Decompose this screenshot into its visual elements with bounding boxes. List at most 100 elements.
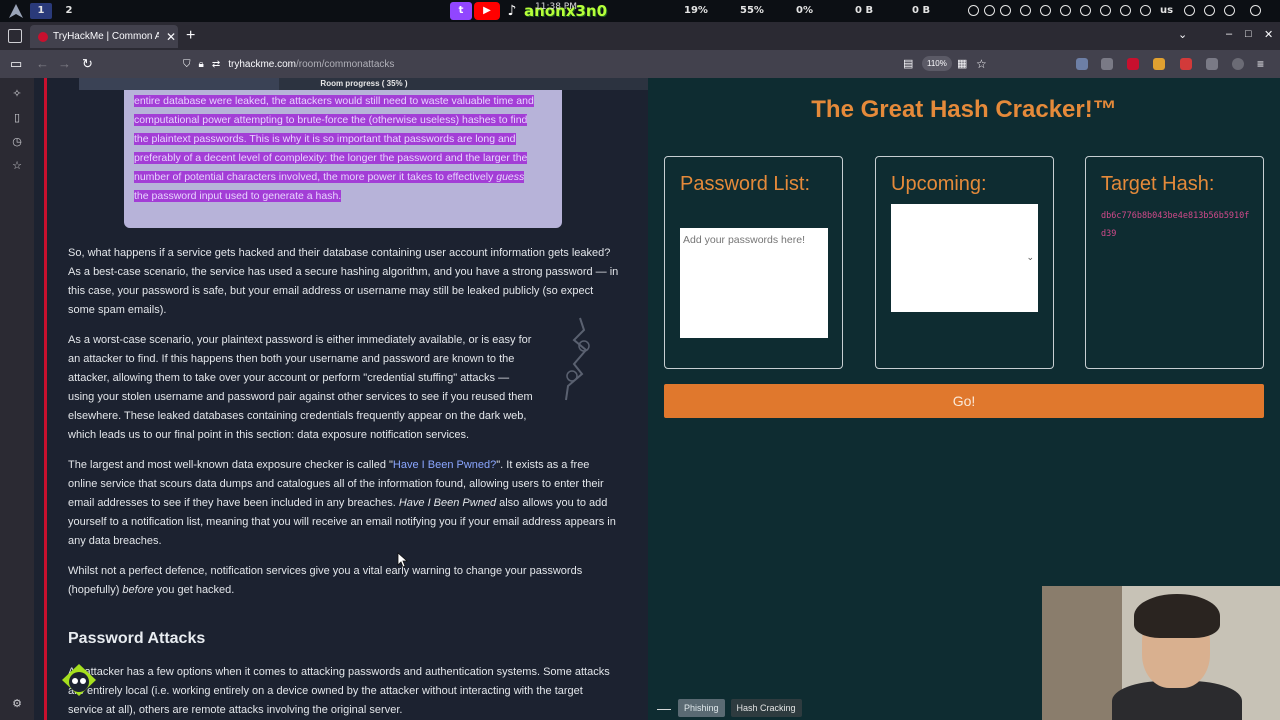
password-list-card: Password List:	[664, 156, 843, 369]
youtube-icon: ▶	[474, 2, 500, 20]
paragraph-worst-case: As a worst-case scenario, your plaintext…	[68, 334, 533, 441]
panel-tab-bar: — Phishing Hash Cracking	[656, 698, 802, 718]
paragraph-notification: Whilst not a perfect defence, notificati…	[68, 565, 583, 596]
tryhackme-mascot-icon	[62, 664, 96, 696]
task-accent-bar	[44, 78, 47, 720]
forward-arrow-icon[interactable]: →	[58, 56, 71, 72]
upcoming-list[interactable]: ⌄	[891, 204, 1038, 312]
maximize-window-icon[interactable]: □	[1245, 28, 1252, 40]
download-icon[interactable]	[1184, 5, 1195, 16]
reload-icon[interactable]: ↻	[82, 56, 93, 72]
address-bar[interactable]: ⛉ 🔒︎ ⇄ tryhackme.com/room/commonattacks	[175, 53, 995, 75]
download-stat: 0 B	[912, 5, 931, 16]
extension-5-icon[interactable]	[1180, 58, 1192, 70]
bookmark-star-icon[interactable]: ☆	[976, 56, 987, 72]
power-icon[interactable]	[1250, 5, 1261, 16]
volume-icon[interactable]	[1100, 5, 1111, 16]
system-bar: 1 2 t ▶ ♪ anonx3n0 11:38 PM 19% 55% 0% 0…	[0, 0, 1280, 22]
extension-2-icon[interactable]	[1101, 58, 1113, 70]
hash-cracker-title: The Great Hash Cracker!™	[811, 96, 1117, 123]
screen-icon[interactable]	[1204, 5, 1215, 16]
padlock-icon[interactable]: 🔒︎	[199, 59, 204, 70]
pause-icon[interactable]	[1060, 5, 1071, 16]
extension-3-icon[interactable]	[1127, 58, 1139, 70]
webcam-person-hair	[1134, 594, 1220, 638]
apps-grid-icon[interactable]: ▦	[957, 56, 967, 72]
user-icon[interactable]	[984, 5, 995, 16]
url-host: tryhackme.com	[228, 58, 297, 70]
clock: 11:38 PM	[535, 2, 577, 12]
tab-title: TryHackMe | Common Att	[53, 31, 159, 42]
password-list-heading: Password List:	[680, 173, 811, 195]
highlighted-quote-box: entire database were leaked, the attacke…	[124, 90, 562, 228]
sidebar-panel-icon[interactable]: ▭	[10, 56, 22, 72]
highlighted-text: entire database were leaked, the attacke…	[134, 95, 534, 202]
account-icon[interactable]	[1232, 58, 1244, 70]
target-hash-value: db6c776b8b043be4e813b56b5910fd39	[1101, 211, 1250, 239]
new-tab-button[interactable]: +	[186, 27, 195, 45]
sidebar-bookmarks-icon[interactable]: ☆	[11, 160, 23, 172]
upload-stat: 0 B	[855, 5, 874, 16]
copy-icon[interactable]	[1040, 5, 1051, 16]
browser-tab[interactable]: TryHackMe | Common Att ✕	[30, 25, 178, 48]
url-path: /room/commonattacks	[296, 58, 395, 70]
lock-icon[interactable]	[968, 5, 979, 16]
tracking-shield-icon[interactable]: ⛉	[183, 59, 191, 70]
paragraph-hibp: The largest and most well-known data exp…	[68, 459, 616, 547]
workspace-1-button[interactable]: 1	[30, 3, 52, 19]
memory-stat: 55%	[740, 5, 764, 16]
twitch-icon: t	[450, 2, 472, 20]
go-button[interactable]: Go!	[664, 384, 1264, 418]
paragraph-password-attacks: An attacker has a few options when it co…	[68, 666, 610, 716]
record-icon[interactable]	[1020, 5, 1031, 16]
target-hash-heading: Target Hash:	[1101, 173, 1215, 195]
sidebar-toggle-icon[interactable]	[8, 29, 22, 43]
tab-hash-cracking[interactable]: Hash Cracking	[730, 699, 802, 717]
tiktok-icon: ♪	[507, 3, 517, 19]
tab-phishing[interactable]: Phishing	[678, 699, 725, 717]
arch-logo-icon[interactable]	[9, 4, 23, 18]
stream-overlay: t ▶ ♪ anonx3n0	[450, 2, 607, 20]
tab-list-chevron-icon[interactable]: ⌄	[1178, 28, 1187, 41]
cloud-icon[interactable]	[1080, 5, 1091, 16]
room-progress-bar: Room progress ( 35% )	[79, 78, 648, 90]
webcam-overlay	[1042, 586, 1280, 720]
keyboard-layout[interactable]: us	[1160, 5, 1173, 16]
minimize-window-icon[interactable]: –	[1226, 28, 1232, 40]
bluetooth-icon[interactable]	[1140, 5, 1151, 16]
back-arrow-icon[interactable]: ←	[36, 56, 49, 72]
tryhackme-favicon-icon	[38, 31, 48, 42]
section-heading: Password Attacks	[68, 630, 206, 647]
password-list-input[interactable]	[680, 228, 828, 338]
location-icon[interactable]	[1120, 5, 1131, 16]
chevron-down-icon[interactable]: ⌄	[1026, 252, 1034, 263]
audio-icon[interactable]	[1224, 5, 1235, 16]
webcam-background-door	[1042, 586, 1122, 720]
hamburger-menu-icon[interactable]: ≡	[1257, 56, 1264, 72]
collapse-panel-icon[interactable]: —	[656, 700, 672, 716]
mouse-pointer-icon	[397, 552, 409, 568]
workspace-2-button[interactable]: 2	[58, 3, 80, 19]
close-window-icon[interactable]: ✕	[1264, 28, 1273, 41]
sidebar-ai-icon[interactable]: ✧	[11, 88, 23, 100]
hibp-link[interactable]: Have I Been Pwned?	[393, 459, 496, 471]
permissions-icon[interactable]: ⇄	[212, 59, 220, 70]
network-stat: 0%	[796, 5, 813, 16]
extension-1-icon[interactable]	[1076, 58, 1088, 70]
upcoming-heading: Upcoming:	[891, 173, 987, 195]
chrome-icon[interactable]	[1000, 5, 1011, 16]
cpu-stat: 19%	[684, 5, 708, 16]
close-tab-icon[interactable]: ✕	[164, 30, 178, 44]
sidebar-settings-icon[interactable]: ⚙	[11, 698, 23, 710]
tab-strip: TryHackMe | Common Att ✕ + ⌄ – □ ✕	[0, 22, 1280, 50]
sidebar-history-icon[interactable]: ◷	[11, 136, 23, 148]
extensions-puzzle-icon[interactable]	[1206, 58, 1218, 70]
room-progress-label: Room progress ( 35% )	[320, 79, 408, 88]
zoom-level-badge[interactable]: 110%	[922, 56, 952, 71]
navigation-bar: ▭ ← → ↻ ⛉ 🔒︎ ⇄ tryhackme.com/room/common…	[0, 50, 1280, 78]
paragraph-best-case: So, what happens if a service gets hacke…	[68, 247, 619, 316]
target-hash-card: Target Hash: db6c776b8b043be4e813b56b591…	[1085, 156, 1264, 369]
sidebar-synced-tabs-icon[interactable]: ▯	[11, 112, 23, 124]
reader-view-icon[interactable]: ▤	[903, 56, 913, 72]
extension-4-icon[interactable]	[1153, 58, 1165, 70]
